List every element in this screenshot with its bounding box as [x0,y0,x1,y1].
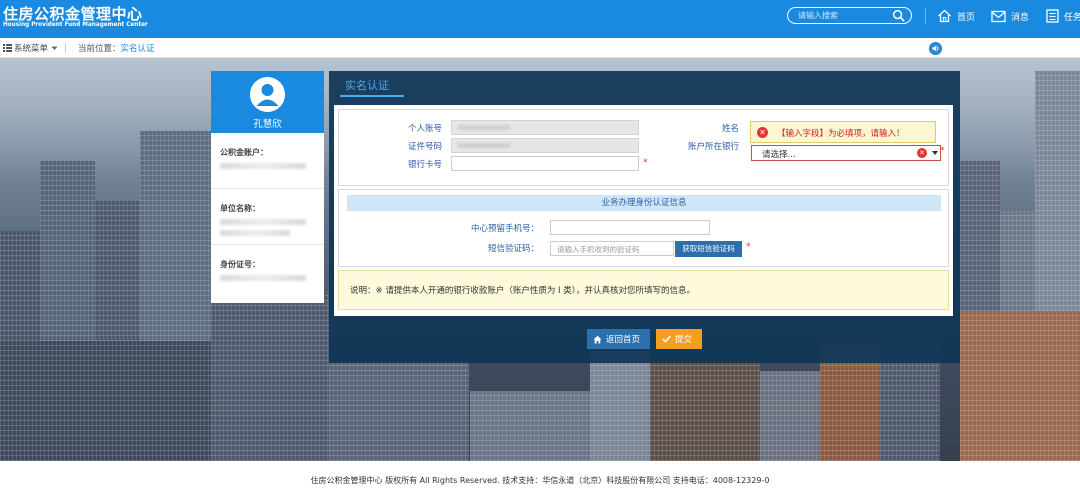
redacted-value [220,163,306,169]
return-home-label: 返回首页 [606,335,641,345]
top-header: 住房公积金管理中心 Housing Provident Fund Managem… [0,0,1080,38]
home-icon [593,335,602,343]
verification-section: 业务办理身份认证信息 中心预留手机号： 短信验证码： 请输入手机收到的验证码 获… [338,189,949,267]
building [211,291,329,461]
bank-label: 账户所在银行 [687,142,739,152]
mail-icon [991,10,1006,22]
error-icon: ✕ [757,127,768,138]
building [329,361,469,461]
system-menu-toggle[interactable]: 系统菜单 [3,42,58,54]
building [960,311,1080,461]
bank-select[interactable]: 请选择... ✕ [751,145,941,161]
nav-messages[interactable]: 消息 [991,8,1029,24]
user-card: 孔慧欣 公积金账户： 单位名称： 身份证号： [211,71,324,303]
notice: 说明：※ 请提供本人开通的银行收款账户（账户性质为 I 类），并认真核对您所填写… [338,270,949,310]
redacted-value [220,230,290,236]
building [0,341,211,461]
breadcrumb-divider [65,43,66,53]
tab-underline [340,95,404,97]
required-mark: * [746,242,751,252]
check-icon [662,335,671,343]
task-icon [1046,9,1059,23]
redacted-value [220,275,306,281]
card-number-input[interactable] [451,156,639,171]
user-name: 孔慧欣 [253,119,282,130]
account-info-section: 个人账号 证件号码 银行卡号 * 姓名 账户所在银行 请选择... ✕ * ✕ … [338,109,949,186]
breadcrumb-prefix: 当前位置： [78,44,121,54]
sms-code-input[interactable]: 请输入手机收到的验证码 [550,241,674,256]
bank-select-value: 请选择... [762,150,796,160]
clear-icon[interactable]: ✕ [917,148,927,158]
account-field[interactable] [451,120,639,135]
info-label: 单位名称： [220,204,260,213]
footer: 住房公积金管理中心 版权所有 All Rights Reserved. 技术支持… [0,461,1080,500]
info-fund-account: 公积金账户： [211,133,324,189]
building [590,351,650,461]
nav-messages-label: 消息 [1011,12,1030,23]
info-company-name: 单位名称： [211,189,324,245]
user-card-header: 孔慧欣 [211,71,324,133]
get-sms-code-button[interactable]: 获取短信验证码 [675,241,742,257]
reserved-phone-input[interactable] [550,220,710,235]
verification-title: 业务办理身份认证信息 [347,195,941,211]
validation-tooltip: ✕ 【输入字段】为必填项，请输入！ [750,121,936,143]
id-label: 证件号码 [407,142,442,152]
search-icon[interactable] [892,9,905,22]
info-id-number: 身份证号： [211,245,324,301]
logo-subtitle: Housing Provident Fund Management Center [3,21,148,28]
nav-tasks-label: 任务 [1064,12,1080,23]
main-panel: 实名认证 个人账号 证件号码 银行卡号 * 姓名 账户所在银行 请选择... ✕… [329,71,960,363]
nav-tasks[interactable]: 任务 [1046,8,1080,24]
building [760,371,820,461]
breadcrumb-bar: 系统菜单 当前位置：实名认证 [0,38,1080,58]
account-label: 个人账号 [407,124,442,134]
form-area: 个人账号 证件号码 银行卡号 * 姓名 账户所在银行 请选择... ✕ * ✕ … [334,105,953,316]
user-icon [250,77,285,112]
info-label: 身份证号： [220,260,260,269]
avatar [250,77,285,112]
info-label: 公积金账户： [220,148,268,157]
breadcrumb-current[interactable]: 实名认证 [121,44,155,54]
submit-button[interactable]: 提交 [656,329,702,349]
building [650,361,760,461]
chevron-down-icon[interactable] [932,151,938,155]
header-divider [925,8,926,24]
id-field[interactable] [451,138,639,153]
breadcrumb: 当前位置：实名认证 [78,42,155,54]
return-home-button[interactable]: 返回首页 [587,329,650,349]
system-menu-label: 系统菜单 [14,44,49,54]
name-label: 姓名 [721,124,739,134]
home-icon [938,9,951,23]
tooltip-text: 【输入字段】为必填项，请输入！ [777,129,905,139]
menu-icon [3,44,12,52]
phone-label: 中心预留手机号： [470,224,539,234]
sms-label: 短信验证码： [487,244,539,254]
required-mark: * [643,158,648,168]
caret-down-icon [51,46,58,50]
redacted-value [220,219,306,225]
nav-home-label: 首页 [957,12,976,23]
building [470,391,590,461]
speaker-icon[interactable] [929,42,942,55]
card-label: 银行卡号 [407,160,442,170]
submit-label: 提交 [675,335,693,345]
nav-home[interactable]: 首页 [937,8,975,24]
required-mark: * [940,146,945,156]
tab-real-name-auth[interactable]: 实名认证 [345,77,389,93]
